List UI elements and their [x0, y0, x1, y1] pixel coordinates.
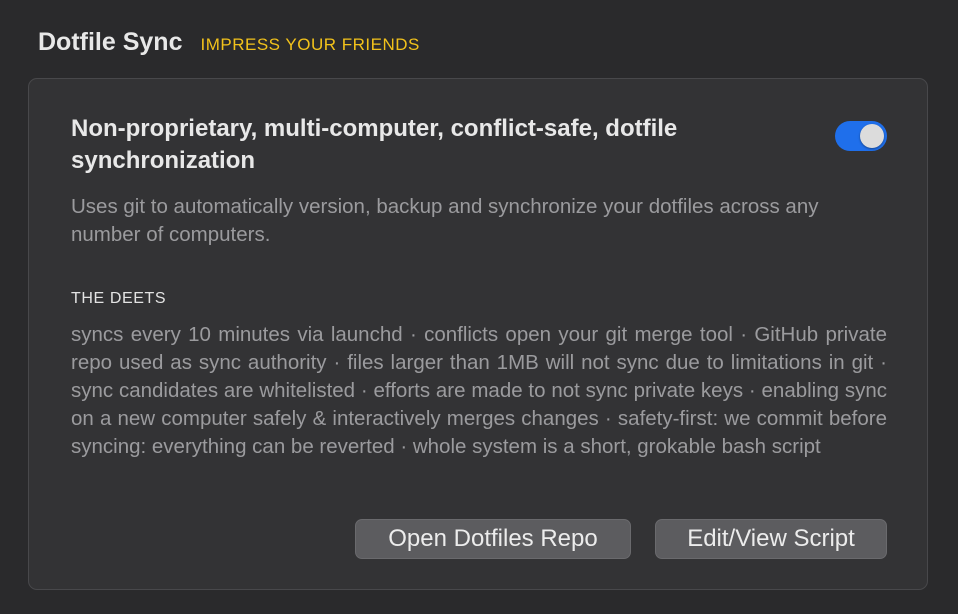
page-header: Dotfile Sync IMPRESS YOUR FRIENDS: [38, 28, 420, 57]
sync-toggle[interactable]: [835, 121, 887, 151]
toggle-knob: [860, 124, 884, 148]
open-dotfiles-repo-button[interactable]: Open Dotfiles Repo: [355, 519, 631, 559]
deets-text: syncs every 10 minutes via launchd · con…: [71, 323, 887, 458]
feature-title: Non-proprietary, multi-computer, conflic…: [71, 115, 678, 174]
feature-description: Uses git to automatically version, backu…: [71, 195, 819, 246]
page-title: Dotfile Sync: [38, 28, 183, 56]
page-tagline: IMPRESS YOUR FRIENDS: [200, 35, 420, 54]
feature-card: Non-proprietary, multi-computer, conflic…: [28, 78, 928, 590]
edit-view-script-button[interactable]: Edit/View Script: [655, 519, 887, 559]
deets-heading: THE DEETS: [71, 290, 167, 307]
